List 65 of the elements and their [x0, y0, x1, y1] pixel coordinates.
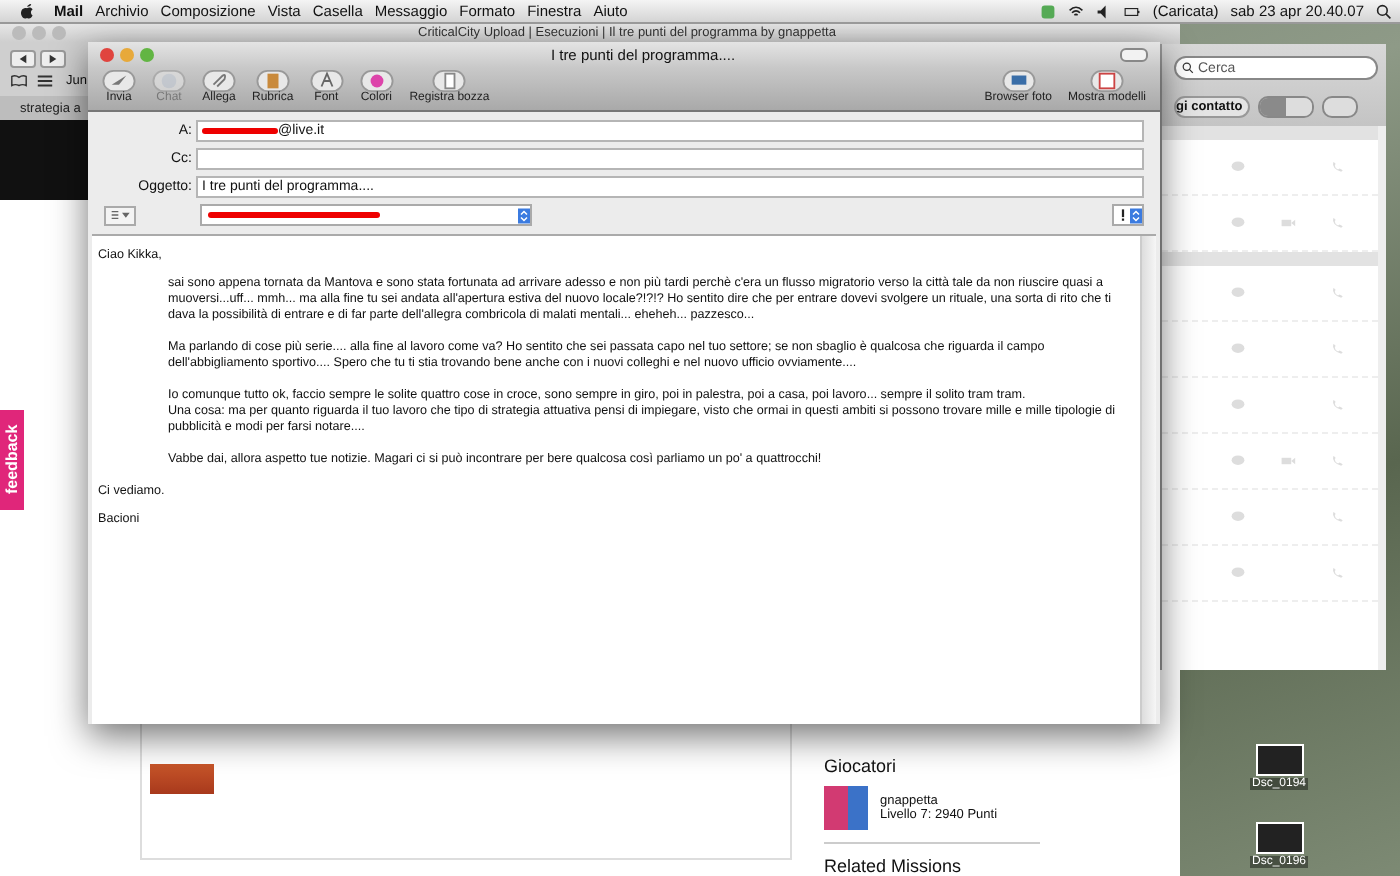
- template-icon: [1089, 70, 1124, 92]
- view-mode-button[interactable]: [1260, 98, 1287, 116]
- phone-icon[interactable]: [1329, 160, 1346, 174]
- document-icon: [432, 70, 467, 92]
- window-button[interactable]: [1322, 96, 1359, 118]
- avatar-image: [824, 786, 868, 830]
- list-icon: [110, 210, 130, 220]
- search-icon[interactable]: [1376, 3, 1392, 19]
- book-icon[interactable]: [10, 74, 28, 88]
- chat-bubble-icon[interactable]: [1230, 342, 1247, 356]
- file-thumbnail-icon[interactable]: [1255, 744, 1304, 776]
- video-camera-icon[interactable]: [1279, 454, 1296, 468]
- video-camera-icon[interactable]: [1279, 216, 1296, 230]
- forward-arrow-icon: [48, 54, 58, 64]
- phone-icon[interactable]: [1329, 454, 1346, 468]
- stepper-arrows-icon: [1130, 207, 1142, 223]
- thumbnail-image: [150, 764, 214, 794]
- search-icon: [1182, 62, 1194, 74]
- redaction-mark: [202, 128, 278, 134]
- chat-bubble-icon[interactable]: [1230, 510, 1247, 524]
- chat-bubble-icon[interactable]: [1230, 286, 1247, 300]
- close-button[interactable]: [12, 26, 26, 40]
- back-button[interactable]: [10, 50, 36, 68]
- photo-monitor-icon: [1001, 70, 1036, 92]
- battery-icon[interactable]: [1124, 3, 1141, 19]
- chat-bubble-icon[interactable]: [1230, 566, 1247, 580]
- cc-field[interactable]: [196, 148, 1144, 170]
- zoom-button[interactable]: [52, 26, 66, 40]
- exclamation-icon: [1120, 208, 1126, 222]
- message-body[interactable]: [92, 234, 1156, 724]
- phone-icon[interactable]: [1329, 216, 1346, 230]
- stepper-arrows-icon: [518, 207, 530, 223]
- zoom-button[interactable]: [140, 48, 154, 62]
- chat-icon: [152, 70, 186, 92]
- feedback-tab[interactable]: feedback: [0, 410, 24, 510]
- section-heading: Giocatori: [824, 756, 899, 776]
- phone-icon[interactable]: [1329, 510, 1346, 524]
- back-arrow-icon: [18, 54, 28, 64]
- phone-icon[interactable]: [1329, 342, 1346, 356]
- color-wheel-icon: [359, 70, 394, 92]
- close-button[interactable]: [100, 48, 114, 62]
- group-header[interactable]: [1162, 252, 1378, 266]
- chat-bubble-icon[interactable]: [1230, 216, 1247, 230]
- phone-icon[interactable]: [1329, 566, 1346, 580]
- header-options-button[interactable]: [104, 205, 136, 225]
- address-book-icon: [255, 70, 290, 92]
- view-mode-button[interactable]: [1286, 98, 1313, 116]
- forward-button[interactable]: [40, 50, 66, 68]
- minimize-button[interactable]: [120, 48, 134, 62]
- chat-bubble-icon[interactable]: [1230, 454, 1247, 468]
- chat-bubble-icon[interactable]: [1230, 398, 1247, 412]
- scrollbar[interactable]: [1140, 236, 1156, 724]
- file-thumbnail-icon[interactable]: [1255, 822, 1304, 854]
- priority-dropdown[interactable]: [1112, 204, 1144, 226]
- minimize-button[interactable]: [32, 26, 46, 40]
- group-header[interactable]: [1162, 126, 1378, 140]
- toolbar-toggle-button[interactable]: [1120, 48, 1148, 62]
- phone-icon[interactable]: [1329, 286, 1346, 300]
- chat-bubble-icon[interactable]: [1230, 160, 1247, 174]
- font-icon: [309, 70, 344, 92]
- section-heading: Related Missions: [824, 842, 1040, 876]
- account-dropdown[interactable]: [200, 204, 532, 226]
- wifi-icon[interactable]: [1068, 3, 1085, 19]
- phone-icon[interactable]: [1329, 398, 1346, 412]
- apple-icon[interactable]: [20, 2, 34, 20]
